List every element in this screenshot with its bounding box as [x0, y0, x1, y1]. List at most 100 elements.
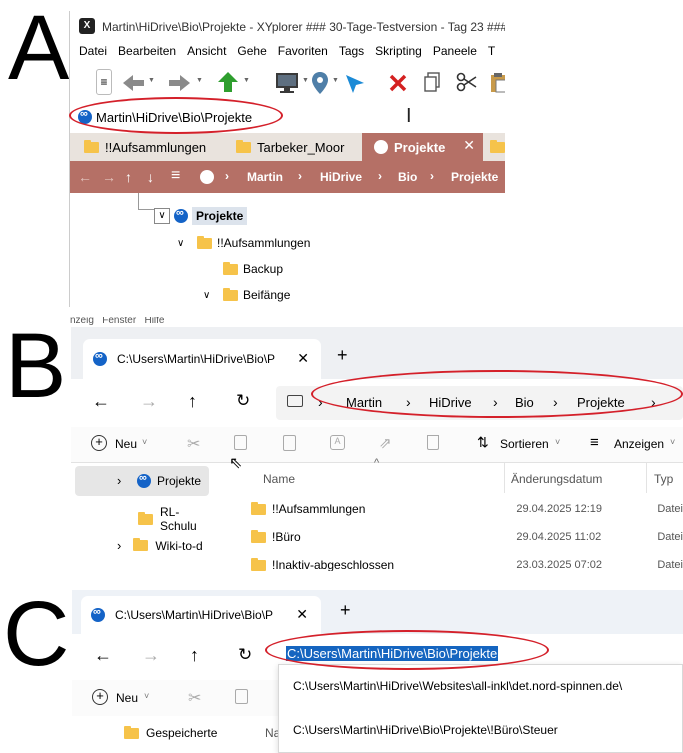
close-icon[interactable]: ✕: [297, 350, 309, 367]
hamburger-icon[interactable]: ≡: [96, 69, 112, 95]
monitor-dropdown-icon[interactable]: ▼: [302, 77, 309, 84]
crumb-hidrive[interactable]: HiDrive: [429, 395, 472, 410]
menu-gehe[interactable]: Gehe: [237, 44, 266, 62]
view-icon[interactable]: ≡: [590, 434, 599, 451]
breadcrumb-projekte[interactable]: Projekte: [451, 170, 498, 184]
menu-paneele[interactable]: Paneele: [433, 44, 477, 62]
breadcrumb-hidrive[interactable]: HiDrive: [320, 170, 362, 184]
menu-skripting[interactable]: Skripting: [375, 44, 422, 62]
tree-item-backup[interactable]: Backup: [223, 261, 283, 276]
delete-icon[interactable]: [388, 73, 408, 93]
location-pin-icon[interactable]: [310, 70, 330, 96]
forward-icon[interactable]: [167, 72, 193, 94]
nav-item-projekte[interactable]: › Projekte: [75, 466, 209, 496]
paste-icon[interactable]: [283, 435, 296, 451]
paste-icon[interactable]: [490, 71, 505, 95]
tab-partial[interactable]: [484, 133, 505, 161]
back-icon[interactable]: ←: [92, 391, 110, 412]
new-button[interactable]: Neu: [116, 691, 138, 705]
tree-item-projekte[interactable]: ∨ Projekte: [154, 207, 248, 225]
share-icon[interactable]: ⇗: [379, 434, 392, 452]
down-icon[interactable]: ↓: [147, 169, 154, 185]
up-icon[interactable]: ↑: [188, 391, 197, 412]
file-row[interactable]: !Inaktiv-abgeschlossen 23.03.2025 07:02 …: [251, 557, 683, 571]
back-icon[interactable]: ←: [78, 169, 92, 185]
pin-dropdown-icon[interactable]: ▼: [332, 77, 339, 84]
copy-icon[interactable]: [422, 71, 442, 93]
column-date[interactable]: Änderungsdatum: [511, 472, 602, 486]
file-row[interactable]: !Büro 29.04.2025 11:02 Datei: [251, 529, 683, 544]
copy-icon[interactable]: [235, 689, 248, 704]
forward-dropdown-icon[interactable]: ▼: [196, 77, 203, 84]
cut-icon[interactable]: ✂: [188, 688, 201, 708]
up-dropdown-icon[interactable]: ▼: [243, 77, 250, 84]
tree-item-beifaenge[interactable]: ∨ Beifänge: [203, 287, 290, 302]
chevron-down-icon[interactable]: ∨: [177, 238, 191, 249]
back-dropdown-icon[interactable]: ▼: [148, 77, 155, 84]
refresh-icon[interactable]: ↻: [238, 645, 252, 665]
close-icon[interactable]: ✕: [296, 606, 308, 623]
delete-icon[interactable]: [427, 435, 439, 450]
refresh-icon[interactable]: ↻: [236, 391, 250, 411]
sort-icon[interactable]: ⇅: [477, 434, 489, 451]
collapse-icon[interactable]: ∨: [154, 208, 170, 224]
nav-item-gespeicherte[interactable]: Gespeicherte: [124, 725, 217, 740]
tab-explorer[interactable]: C:\Users\Martin\HiDrive\Bio\P ✕: [81, 596, 321, 634]
new-tab-icon[interactable]: +: [340, 600, 351, 621]
view-button[interactable]: Anzeigen: [614, 437, 664, 451]
tab-projekte[interactable]: Projekte ✕: [362, 133, 483, 161]
close-icon[interactable]: ✕: [463, 137, 475, 154]
tab-tarbeker-moor[interactable]: Tarbeker_Moor: [224, 133, 362, 161]
forward-icon[interactable]: →: [142, 645, 160, 666]
crumb-bio[interactable]: Bio: [515, 395, 534, 410]
tab-explorer[interactable]: C:\Users\Martin\HiDrive\Bio\P ✕: [83, 339, 321, 379]
crumb-martin[interactable]: Martin: [346, 395, 382, 410]
add-icon[interactable]: +: [92, 689, 108, 705]
hidrive-icon: [78, 108, 92, 124]
crumb-projekte[interactable]: Projekte: [577, 395, 625, 410]
copy-icon[interactable]: [234, 435, 247, 450]
menu-datei[interactable]: Datei: [79, 44, 107, 62]
suggestion-item[interactable]: C:\Users\Martin\HiDrive\Websites\all-ink…: [293, 679, 622, 693]
menu-favoriten[interactable]: Favoriten: [278, 44, 328, 62]
back-icon[interactable]: [120, 72, 146, 94]
nav-label: RL-Schulu: [160, 505, 197, 533]
up-icon[interactable]: ↑: [125, 169, 132, 185]
cut-icon[interactable]: [456, 71, 478, 93]
menu-tags[interactable]: Tags: [339, 44, 364, 62]
up-icon[interactable]: [216, 70, 240, 94]
address-bar[interactable]: Martin\HiDrive\Bio\Projekte Ι: [70, 104, 505, 130]
forward-icon[interactable]: →: [140, 391, 158, 412]
breadcrumb-martin[interactable]: Martin: [247, 170, 283, 184]
monitor-icon[interactable]: [274, 71, 300, 95]
tree-item-aufsammlungen[interactable]: ∨ !!Aufsammlungen: [177, 235, 310, 250]
breadcrumb-address[interactable]: › Martin › HiDrive › Bio › Projekte ›: [276, 386, 683, 420]
cut-icon[interactable]: ✂: [187, 434, 200, 454]
address-text[interactable]: C:\Users\Martin\HiDrive\Bio\Projekte: [286, 646, 499, 661]
column-name[interactable]: Name: [263, 472, 295, 486]
nav-item-rl-schulung[interactable]: RL-Schulu: [138, 505, 213, 533]
breadcrumb-bio[interactable]: Bio: [398, 170, 417, 184]
forward-icon[interactable]: →: [102, 169, 116, 185]
menu-t[interactable]: T: [488, 44, 495, 62]
chevron-right-icon[interactable]: ›: [117, 538, 121, 553]
chevron-down-icon[interactable]: ∨: [203, 290, 217, 301]
menu-bearbeiten[interactable]: Bearbeiten: [118, 44, 176, 62]
new-tab-icon[interactable]: +: [337, 345, 348, 366]
cursor-arrow-icon[interactable]: [342, 71, 368, 97]
address-text[interactable]: Martin\HiDrive\Bio\Projekte: [96, 110, 252, 125]
nav-item-wiki[interactable]: › Wiki-to-d: [117, 538, 203, 553]
suggestion-item[interactable]: C:\Users\Martin\HiDrive\Bio\Projekte\!Bü…: [293, 723, 558, 737]
menu-ansicht[interactable]: Ansicht: [187, 44, 226, 62]
file-row[interactable]: !!Aufsammlungen 29.04.2025 12:19 Datei: [251, 501, 683, 516]
new-button[interactable]: Neu: [115, 437, 137, 451]
rename-icon[interactable]: A: [330, 435, 345, 450]
chevron-right-icon[interactable]: ›: [117, 473, 121, 488]
tab-aufsammlungen[interactable]: !!Aufsammlungen: [72, 133, 218, 161]
add-icon[interactable]: +: [91, 435, 107, 451]
sort-button[interactable]: Sortieren: [500, 437, 549, 451]
back-icon[interactable]: ←: [94, 645, 112, 666]
list-icon[interactable]: ≡: [171, 167, 180, 185]
column-type[interactable]: Typ: [654, 472, 673, 486]
up-icon[interactable]: ↑: [190, 645, 199, 666]
